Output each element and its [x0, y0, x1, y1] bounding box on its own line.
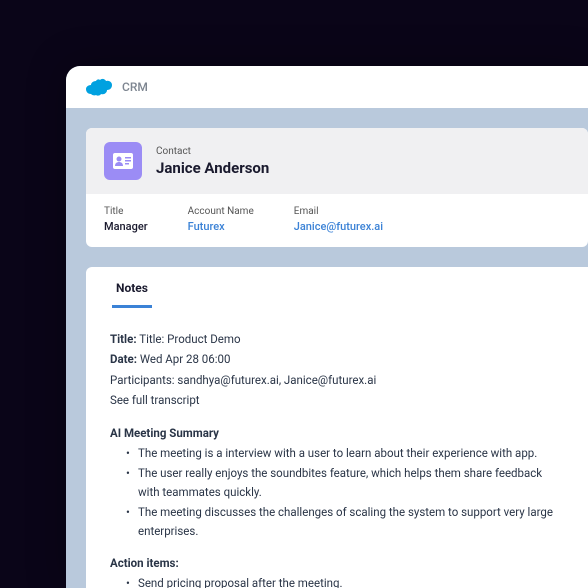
summary-heading: AI Meeting Summary: [110, 424, 564, 442]
email-link[interactable]: Janice@futurex.ai: [294, 220, 383, 233]
note-title-label: Title:: [110, 332, 137, 346]
list-item: Send pricing proposal after the meeting.: [126, 574, 564, 588]
account-label: Account Name: [188, 206, 254, 217]
crm-window: CRM Contact Janice Anderson: [66, 66, 588, 588]
crm-label: CRM: [122, 80, 148, 94]
content-area: Contact Janice Anderson Title Manager Ac…: [66, 108, 588, 588]
salesforce-logo-icon: [86, 78, 112, 96]
note-date-line: Date: Wed Apr 28 06:00: [110, 350, 564, 368]
detail-title: Title Manager: [104, 206, 148, 233]
email-label: Email: [294, 206, 383, 217]
list-item: The meeting discusses the challenges of …: [126, 503, 564, 540]
title-label: Title: [104, 206, 148, 217]
contact-details: Title Manager Account Name Futurex Email…: [86, 194, 588, 247]
note-date-value: Wed Apr 28 06:00: [140, 352, 231, 366]
actions-heading: Action items:: [110, 554, 564, 572]
note-date-label: Date:: [110, 352, 137, 366]
transcript-link[interactable]: See full transcript: [110, 391, 564, 409]
contact-info: Contact Janice Anderson: [156, 146, 269, 177]
detail-account: Account Name Futurex: [188, 206, 254, 233]
notes-card: Notes Title: Title: Product Demo Date: W…: [86, 267, 588, 588]
detail-email: Email Janice@futurex.ai: [294, 206, 383, 233]
contact-name: Janice Anderson: [156, 159, 269, 177]
notes-body: Title: Title: Product Demo Date: Wed Apr…: [110, 308, 564, 588]
contact-header: Contact Janice Anderson: [86, 128, 588, 194]
title-value: Manager: [104, 220, 148, 233]
contact-badge-icon: [104, 142, 142, 180]
notes-tabs: Notes: [110, 267, 564, 308]
tab-notes[interactable]: Notes: [112, 267, 152, 308]
app-header: CRM: [66, 66, 588, 108]
note-title-value: Title: Product Demo: [139, 332, 240, 346]
list-item: The meeting is a interview with a user t…: [126, 444, 564, 462]
actions-list: Send pricing proposal after the meeting.…: [110, 574, 564, 588]
account-link[interactable]: Futurex: [188, 220, 254, 233]
contact-card: Contact Janice Anderson Title Manager Ac…: [86, 128, 588, 247]
summary-list: The meeting is a interview with a user t…: [110, 444, 564, 540]
contact-type-label: Contact: [156, 146, 269, 157]
list-item: The user really enjoys the soundbites fe…: [126, 464, 564, 501]
note-participants-line: Participants: sandhya@futurex.ai, Janice…: [110, 371, 564, 389]
note-title-line: Title: Title: Product Demo: [110, 330, 564, 348]
